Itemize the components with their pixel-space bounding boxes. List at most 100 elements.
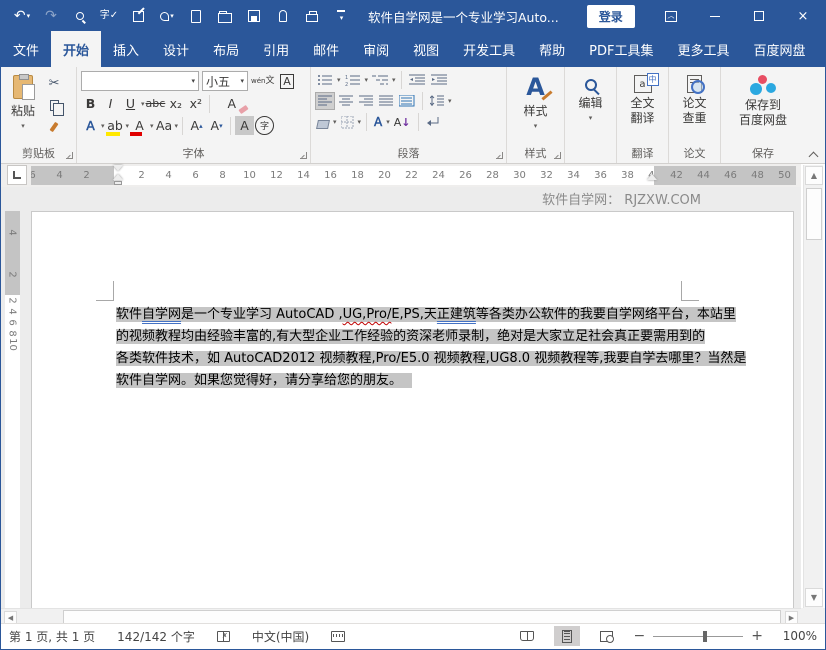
save-icon[interactable]: [241, 4, 267, 28]
attachment-icon[interactable]: [270, 4, 296, 28]
paste-button[interactable]: 粘贴 ▾: [5, 71, 41, 145]
italic-button[interactable]: I: [101, 94, 120, 113]
chevron-down-icon[interactable]: ▾: [392, 76, 396, 84]
close-button[interactable]: ×: [781, 1, 825, 31]
horizontal-ruler[interactable]: 642 246810121416182022242628303234363840…: [31, 166, 796, 185]
grow-font-icon[interactable]: A: [187, 116, 206, 135]
chevron-down-icon[interactable]: ▾: [21, 122, 25, 130]
open-file-icon[interactable]: [212, 4, 238, 28]
vertical-ruler[interactable]: 42 246810: [5, 211, 20, 608]
chevron-down-icon[interactable]: ▾: [141, 100, 145, 108]
underline-button[interactable]: U: [121, 94, 140, 113]
qat-overflow-icon[interactable]: ▾: [328, 4, 354, 28]
chevron-down-icon[interactable]: ▾: [589, 114, 593, 122]
right-indent-marker[interactable]: [647, 174, 657, 180]
text-line-3[interactable]: 各类软件技术，如 AutoCAD2012 视频教程,Pro/E5.0 视频教程,…: [116, 348, 668, 370]
tab-design[interactable]: 设计: [151, 31, 201, 67]
collapse-ribbon-icon[interactable]: [809, 151, 817, 159]
tab-home[interactable]: 开始: [51, 31, 101, 67]
font-color-icon[interactable]: A: [130, 116, 149, 135]
paper-check-button[interactable]: 论文查重: [673, 71, 716, 130]
text-effects-icon[interactable]: A: [81, 116, 100, 135]
draft-edit-icon[interactable]: [125, 4, 151, 28]
strikethrough-button[interactable]: abc: [146, 94, 166, 113]
tab-help[interactable]: 帮助: [527, 31, 577, 67]
spelling-check-icon[interactable]: 字✓: [96, 4, 122, 28]
text-line-1[interactable]: 软件自学网是一个专业学习 AutoCAD ,UG,Pro/E,PS,天正建筑等各…: [116, 304, 668, 326]
dialog-launcher-icon[interactable]: [496, 152, 503, 159]
input-method-icon[interactable]: [331, 631, 345, 642]
chevron-down-icon[interactable]: ▾: [386, 118, 390, 126]
align-center-icon[interactable]: [337, 92, 355, 110]
vertical-scrollbar[interactable]: ▲ ▼: [803, 165, 823, 608]
tab-file[interactable]: 文件: [1, 31, 51, 67]
tab-pdf-tools[interactable]: PDF工具集: [577, 31, 665, 67]
tab-insert[interactable]: 插入: [101, 31, 151, 67]
enclose-characters-icon[interactable]: 字: [255, 116, 274, 135]
save-to-baidu-button[interactable]: 保存到百度网盘: [725, 71, 801, 132]
minimize-button[interactable]: [693, 1, 737, 31]
chevron-down-icon[interactable]: ▾: [101, 122, 105, 130]
justify-icon[interactable]: [377, 92, 395, 110]
page-indicator[interactable]: 第 1 页, 共 1 页: [9, 628, 95, 645]
cut-icon[interactable]: ✂: [43, 73, 65, 93]
format-painter-icon[interactable]: [43, 117, 65, 137]
scroll-up-icon[interactable]: ▲: [805, 166, 823, 185]
left-indent-marker[interactable]: [114, 181, 122, 185]
show-marks-icon[interactable]: [424, 113, 442, 131]
increase-indent-icon[interactable]: [429, 71, 449, 89]
text-highlight-icon[interactable]: ab: [106, 116, 125, 135]
text-line-4[interactable]: 软件自学网。如果您觉得好，请分享给您的朋友。: [116, 370, 668, 392]
superscript-button[interactable]: x²: [186, 94, 205, 113]
tab-selector[interactable]: [7, 165, 27, 185]
vertical-scroll-thumb[interactable]: [806, 188, 822, 240]
chevron-down-icon[interactable]: ▾: [240, 77, 244, 85]
chevron-down-icon[interactable]: ▾: [448, 97, 452, 105]
word-count[interactable]: 142/142 个字: [117, 628, 195, 645]
chevron-down-icon[interactable]: ▾: [333, 118, 337, 126]
dialog-launcher-icon[interactable]: [66, 152, 73, 159]
tab-baidu-netdisk[interactable]: 百度网盘: [742, 31, 818, 67]
character-shading-icon[interactable]: A: [235, 116, 254, 135]
multilevel-list-icon[interactable]: [370, 71, 390, 89]
line-spacing-icon[interactable]: [428, 92, 446, 110]
align-right-icon[interactable]: [357, 92, 375, 110]
chevron-down-icon[interactable]: ▾: [534, 122, 538, 130]
tab-developer[interactable]: 开发工具: [451, 31, 527, 67]
chevron-down-icon[interactable]: ▾: [191, 77, 195, 85]
subscript-button[interactable]: x₂: [166, 94, 185, 113]
change-case-icon[interactable]: Aa: [155, 116, 174, 135]
bullets-icon[interactable]: [315, 71, 335, 89]
read-mode-icon[interactable]: [514, 626, 540, 646]
tab-references[interactable]: 引用: [251, 31, 301, 67]
distribute-icon[interactable]: [397, 92, 417, 110]
chevron-down-icon[interactable]: ▾: [170, 12, 174, 20]
phonetic-guide-icon[interactable]: wén文: [251, 72, 274, 91]
new-document-icon[interactable]: [183, 4, 209, 28]
zoom-out-icon[interactable]: −: [634, 628, 646, 644]
numbering-icon[interactable]: 12: [343, 71, 363, 89]
first-line-indent-marker[interactable]: [113, 165, 123, 171]
zoom-level[interactable]: 100%: [777, 629, 817, 643]
scroll-down-icon[interactable]: ▼: [805, 588, 823, 607]
document-text[interactable]: 软件自学网是一个专业学习 AutoCAD ,UG,Pro/E,PS,天正建筑等各…: [116, 304, 668, 392]
document-page[interactable]: [31, 211, 794, 608]
font-name-select[interactable]: ▾: [81, 71, 199, 91]
chevron-down-icon[interactable]: ▾: [27, 12, 31, 20]
clear-formatting-icon[interactable]: A: [222, 94, 241, 113]
decrease-indent-icon[interactable]: [407, 71, 427, 89]
shading-icon[interactable]: [315, 113, 331, 131]
sort-icon[interactable]: A↓: [392, 113, 413, 131]
tab-more-tools[interactable]: 更多工具: [666, 31, 742, 67]
chevron-down-icon[interactable]: ▾: [358, 118, 362, 126]
zoom-in-icon[interactable]: +: [751, 628, 763, 644]
chevron-down-icon[interactable]: ▾: [337, 76, 341, 84]
chevron-down-icon[interactable]: ▾: [126, 122, 130, 130]
font-size-select[interactable]: 小五▾: [202, 71, 248, 91]
copy-icon[interactable]: [43, 95, 65, 115]
editing-button[interactable]: 编辑 ▾: [569, 71, 612, 126]
print-preview-icon[interactable]: [67, 4, 93, 28]
character-border-icon[interactable]: A: [277, 72, 296, 91]
shrink-font-icon[interactable]: A: [207, 116, 226, 135]
tab-layout[interactable]: 布局: [201, 31, 251, 67]
